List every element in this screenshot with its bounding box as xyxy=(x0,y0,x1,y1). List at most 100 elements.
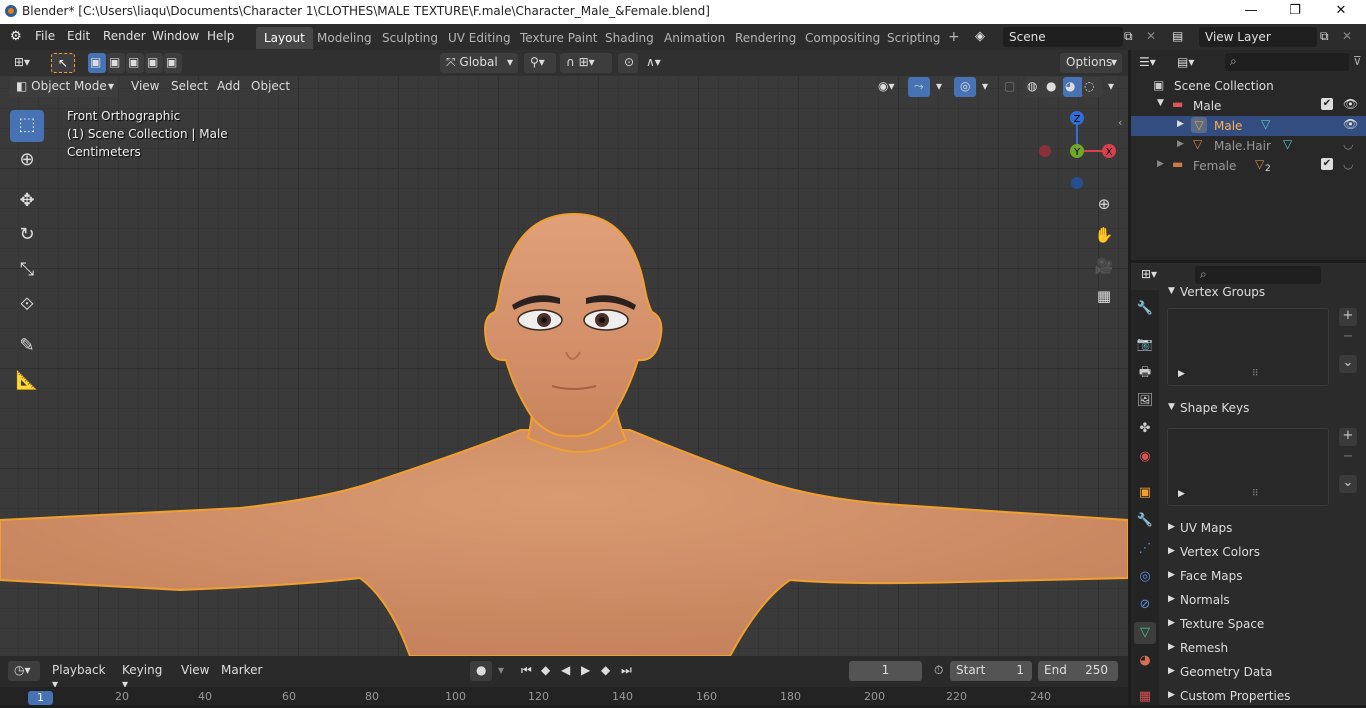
menu-object[interactable]: Object xyxy=(245,77,296,97)
select-mode-extend-icon[interactable]: ▣ xyxy=(107,53,125,73)
menu-edit[interactable]: Edit xyxy=(67,29,90,43)
move-tool-icon[interactable]: ✥ xyxy=(10,186,44,218)
constraint-properties-icon[interactable]: ⊘ xyxy=(1134,594,1156,616)
frame-ruler[interactable]: 1 20 40 60 80 100 120 140 160 180 200 22… xyxy=(0,687,1128,705)
navigation-gizmo[interactable]: Z Y X xyxy=(1037,109,1117,199)
mesh-data-properties-icon[interactable]: ▽ xyxy=(1134,622,1156,644)
hidden-eye-icon[interactable]: ◡ xyxy=(1343,157,1353,171)
view-layer-properties-icon[interactable]: 🖼 xyxy=(1134,390,1156,412)
transform-orientation-dropdown[interactable]: ⤧ Global ▾ xyxy=(440,53,518,73)
add-shape-key-button[interactable]: + xyxy=(1339,428,1357,446)
menu-help[interactable]: Help xyxy=(207,29,234,43)
cursor-tool-icon[interactable]: ⊕ xyxy=(10,145,44,177)
expand-arrow-icon[interactable]: ▶ xyxy=(1178,369,1185,379)
rendered-shading-icon[interactable]: ◌ xyxy=(1082,77,1102,97)
modifier-properties-icon[interactable]: 🔧 xyxy=(1134,510,1156,532)
output-properties-icon[interactable]: 🖶 xyxy=(1134,362,1156,384)
tool-settings-icon[interactable]: 🔧 xyxy=(1134,298,1156,320)
panel-texture-space[interactable]: ▶ Texture Space xyxy=(1162,614,1360,636)
maximize-button[interactable]: ❐ xyxy=(1272,0,1318,24)
menu-add[interactable]: Add xyxy=(211,77,246,97)
world-properties-icon[interactable]: ◉ xyxy=(1134,446,1156,468)
auto-keying-icon[interactable]: ● xyxy=(470,661,492,681)
hidden-eye-icon[interactable]: ◡ xyxy=(1343,137,1353,151)
expand-arrow-icon[interactable]: ▶ xyxy=(1178,489,1185,499)
chevron-down-icon[interactable]: ▾ xyxy=(976,77,992,97)
select-box-tool-icon[interactable]: ↖ xyxy=(51,53,75,73)
visibility-icon[interactable]: ◉▾ xyxy=(872,77,902,97)
tab-texture-paint[interactable]: Texture Paint xyxy=(512,27,605,49)
outliner-display-mode-icon[interactable]: ▤▾ xyxy=(1177,55,1194,69)
outliner-row-male-hair[interactable]: ▶ ▽ Male.Hair ▽ ◡ xyxy=(1131,136,1366,156)
blender-menu-icon[interactable]: ⚙ xyxy=(10,29,22,44)
outliner-search-input[interactable]: ⌕ xyxy=(1225,53,1349,71)
tab-layout[interactable]: Layout xyxy=(256,27,313,49)
camera-view-icon[interactable]: 🎥 xyxy=(1089,252,1119,282)
add-vertex-group-button[interactable]: + xyxy=(1339,308,1357,326)
add-workspace-icon[interactable]: + xyxy=(940,27,968,49)
tab-animation[interactable]: Animation xyxy=(656,27,733,49)
new-scene-icon[interactable]: ⧉ xyxy=(1124,29,1133,44)
pan-hand-icon[interactable]: ✋ xyxy=(1089,221,1119,251)
outliner-row-male-collection[interactable]: ▼ ▬ Male ✔ 👁 xyxy=(1131,96,1366,116)
wireframe-shading-icon[interactable]: ◍ xyxy=(1025,77,1045,97)
vertex-group-specials-icon[interactable]: ⌄ xyxy=(1339,355,1357,373)
jump-keyframe-back-icon[interactable]: ◆ xyxy=(535,661,555,681)
jump-end-icon[interactable]: ⏭ xyxy=(615,661,635,681)
view-layer-field[interactable]: View Layer xyxy=(1199,27,1317,47)
keying-dropdown[interactable]: Keying ▾ xyxy=(116,661,174,691)
render-properties-icon[interactable]: 📷 xyxy=(1134,334,1156,356)
properties-editor-type-icon[interactable]: ⊞▾ xyxy=(1141,267,1157,281)
gizmo-toggle-icon[interactable]: ⤳ xyxy=(908,77,930,97)
outliner-row-male-object[interactable]: ▶ ▽ Male ▽ 👁 xyxy=(1131,116,1366,136)
menu-window[interactable]: Window xyxy=(152,29,199,43)
overlays-toggle-icon[interactable]: ◎ xyxy=(954,77,976,97)
orthographic-toggle-icon[interactable]: ▦ xyxy=(1089,282,1119,312)
new-view-layer-icon[interactable]: ⧉ xyxy=(1320,29,1329,44)
outliner-editor-type-icon[interactable]: ☰▾ xyxy=(1139,55,1156,69)
expand-arrow-icon[interactable]: ▶ xyxy=(1157,159,1164,169)
object-properties-icon[interactable]: ▣ xyxy=(1134,482,1156,504)
playback-dropdown[interactable]: Playback ▾ xyxy=(46,661,116,691)
tab-rendering[interactable]: Rendering xyxy=(727,27,804,49)
menu-file[interactable]: File xyxy=(35,29,55,43)
chevron-down-icon[interactable]: ▾ xyxy=(1102,77,1118,97)
tab-scripting[interactable]: Scripting xyxy=(879,27,948,49)
chevron-down-icon[interactable]: ▾ xyxy=(492,661,508,681)
eye-icon[interactable]: 👁 xyxy=(1343,117,1358,131)
panel-remesh[interactable]: ▶ Remesh xyxy=(1162,638,1360,660)
preview-range-icon[interactable]: ⏱ xyxy=(928,661,948,681)
expand-arrow-icon[interactable]: ▶ xyxy=(1177,119,1184,129)
menu-render[interactable]: Render xyxy=(103,29,146,43)
object-mode-dropdown[interactable]: ◧ Object Mode ▾ xyxy=(10,77,118,97)
editor-type-icon[interactable]: ⊞▾ xyxy=(8,53,40,73)
jump-start-icon[interactable]: ⏮ xyxy=(515,661,535,681)
panel-geometry-data[interactable]: ▶ Geometry Data xyxy=(1162,662,1360,684)
remove-vertex-group-button[interactable]: − xyxy=(1339,329,1357,347)
3d-viewport[interactable]: Front Orthographic (1) Scene Collection … xyxy=(0,76,1128,656)
jump-keyframe-forward-icon[interactable]: ◆ xyxy=(595,661,615,681)
panel-normals[interactable]: ▶ Normals xyxy=(1162,590,1360,612)
close-button[interactable]: ✕ xyxy=(1318,0,1364,24)
material-properties-icon[interactable]: ◕ xyxy=(1134,650,1156,672)
shape-keys-list[interactable]: ▶ ⠿ xyxy=(1167,428,1329,506)
current-frame-field[interactable]: 1 xyxy=(849,661,922,681)
play-icon[interactable]: ▶ xyxy=(575,661,595,681)
options-dropdown[interactable]: Options ▾ xyxy=(1060,53,1122,73)
rotate-tool-icon[interactable]: ↻ xyxy=(10,220,44,252)
timeline-menu-view[interactable]: View xyxy=(175,661,215,681)
outliner-row-scene-collection[interactable]: ▣ Scene Collection xyxy=(1131,76,1366,96)
select-mode-invert-icon[interactable]: ▣ xyxy=(145,53,163,73)
start-frame-field[interactable]: Start 1 xyxy=(950,661,1032,681)
collection-checkbox[interactable]: ✔ xyxy=(1321,158,1333,170)
tab-shading[interactable]: Shading xyxy=(597,27,662,49)
remove-view-layer-icon[interactable]: ✕ xyxy=(1342,29,1352,43)
physics-properties-icon[interactable]: ◎ xyxy=(1134,566,1156,588)
select-mode-intersect-icon[interactable]: ▣ xyxy=(164,53,182,73)
remove-scene-icon[interactable]: ✕ xyxy=(1146,29,1156,43)
minimize-button[interactable]: — xyxy=(1228,0,1274,24)
playhead-frame[interactable]: 1 xyxy=(28,691,53,705)
panel-shape-keys[interactable]: ▼ Shape Keys xyxy=(1162,398,1360,420)
panel-uv-maps[interactable]: ▶ UV Maps xyxy=(1162,518,1360,540)
solid-shading-icon[interactable]: ● xyxy=(1044,77,1064,97)
